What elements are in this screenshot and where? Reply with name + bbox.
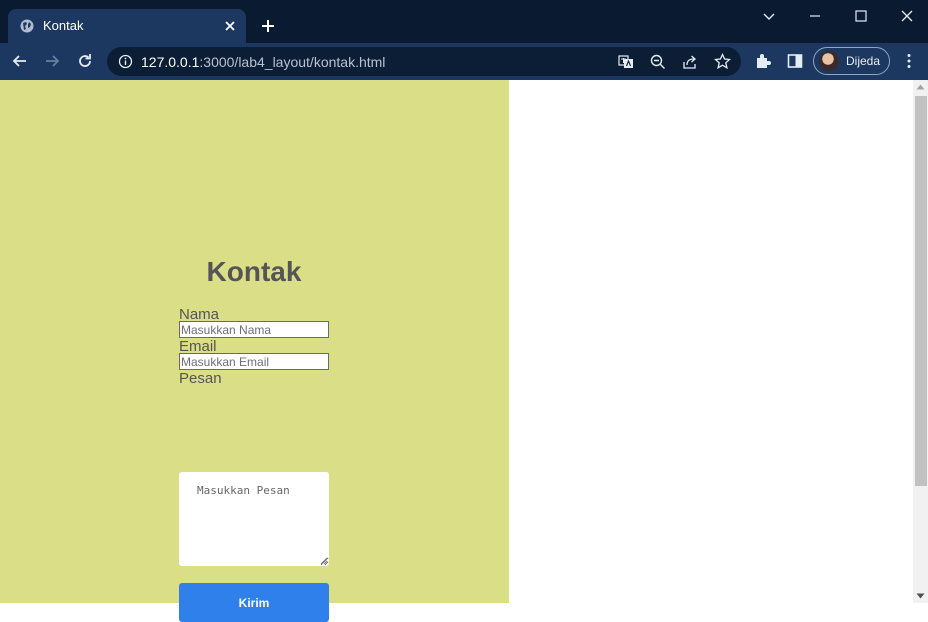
profile-name: Dijeda — [846, 54, 881, 68]
star-icon[interactable] — [714, 53, 731, 70]
address-bar[interactable]: 127.0.0.1:3000/lab4_layout/kontak.html — [107, 47, 741, 76]
side-panel-icon[interactable] — [786, 52, 804, 70]
back-icon[interactable] — [11, 52, 29, 70]
page-title: Kontak — [206, 256, 302, 287]
tab-strip: Kontak — [0, 0, 928, 43]
scroll-up-icon[interactable] — [916, 84, 925, 90]
contact-panel: Kontak Nama Email Pesan Kirim — [0, 80, 509, 622]
tab-kontak[interactable]: Kontak — [8, 9, 246, 43]
reload-icon[interactable] — [76, 52, 94, 70]
page-viewport: Kontak Nama Email Pesan Kirim — [0, 80, 928, 622]
avatar — [819, 51, 839, 71]
name-field[interactable] — [179, 321, 329, 338]
profile-button[interactable]: Dijeda — [813, 47, 890, 75]
info-icon[interactable] — [118, 54, 133, 69]
url-text[interactable]: 127.0.0.1:3000/lab4_layout/kontak.html — [141, 54, 385, 70]
url-host: 127.0.0.1 — [141, 54, 200, 70]
forward-icon[interactable] — [43, 52, 61, 70]
message-field[interactable] — [179, 472, 329, 566]
message-label: Pesan — [179, 370, 222, 387]
window-close-icon[interactable] — [899, 8, 915, 24]
translate-icon[interactable] — [618, 54, 634, 70]
globe-icon — [20, 19, 34, 33]
browser-toolbar: 127.0.0.1:3000/lab4_layout/kontak.html D… — [0, 43, 928, 80]
kebab-menu-icon[interactable] — [900, 52, 918, 70]
close-icon[interactable] — [222, 18, 238, 34]
maximize-icon[interactable] — [853, 8, 869, 24]
extensions-icon[interactable] — [754, 52, 772, 70]
scrollbar[interactable] — [913, 80, 928, 603]
zoom-out-icon[interactable] — [650, 54, 666, 70]
url-path: :3000/lab4_layout/kontak.html — [199, 54, 386, 70]
plus-icon[interactable] — [260, 18, 276, 34]
scroll-down-icon[interactable] — [916, 593, 925, 599]
email-field[interactable] — [179, 353, 329, 370]
share-icon[interactable] — [682, 54, 698, 70]
scrollbar-thumb[interactable] — [915, 96, 927, 486]
minimize-icon[interactable] — [807, 8, 823, 24]
tab-title: Kontak — [43, 18, 84, 33]
chevron-down-icon[interactable] — [761, 8, 777, 24]
resize-grip-icon[interactable] — [320, 557, 328, 565]
